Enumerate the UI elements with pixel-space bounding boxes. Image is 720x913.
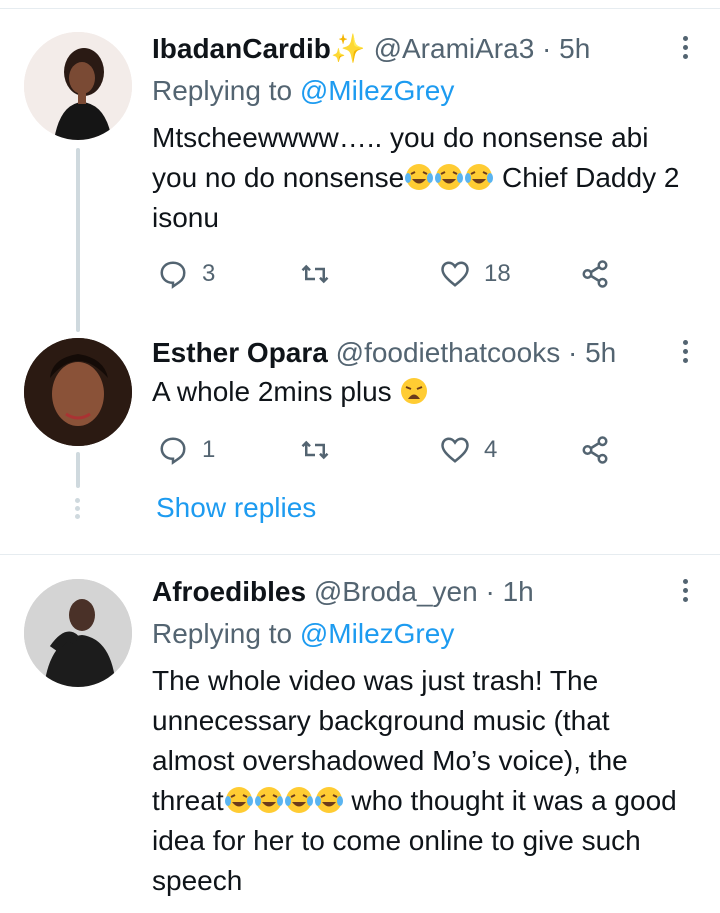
- tweet-text: Mtscheewwww….. you do nonsense abi you n…: [152, 118, 692, 238]
- laughing-emoji-icon: [314, 785, 344, 816]
- avatar[interactable]: [24, 32, 132, 140]
- like-icon: [441, 261, 469, 287]
- tweet-esther-opara[interactable]: Esther Opara @foodiethatcooks · 5h A who…: [0, 320, 720, 550]
- sparkles-icon: ✨: [330, 33, 366, 64]
- laughing-emoji-icon: [404, 162, 434, 193]
- tweet-text-part: A whole 2mins plus: [152, 376, 392, 407]
- tweet-text: A whole 2mins plus: [152, 372, 692, 412]
- tweet-header: Esther Opara @foodiethatcooks · 5h: [152, 336, 616, 370]
- retweet-icon: [301, 264, 329, 284]
- reply-count: 1: [202, 436, 216, 463]
- more-icon[interactable]: [680, 579, 690, 606]
- like-count: 4: [484, 436, 498, 463]
- reply-icon: [160, 261, 186, 289]
- share-icon: [582, 436, 608, 464]
- tweet-header: Afroedibles @Broda_yen · 1h: [152, 575, 534, 609]
- replying-to-label: Replying to: [152, 75, 293, 106]
- share-icon: [582, 260, 608, 288]
- like-button[interactable]: 18: [440, 254, 511, 294]
- retweet-icon: [301, 440, 329, 460]
- display-name[interactable]: Esther Opara: [152, 337, 328, 368]
- timestamp[interactable]: 5h: [585, 337, 616, 368]
- share-button[interactable]: [580, 254, 610, 294]
- reply-icon: [160, 437, 186, 465]
- display-name[interactable]: IbadanCardib: [152, 33, 331, 64]
- reply-button[interactable]: 3: [158, 254, 215, 294]
- reply-button[interactable]: 1: [158, 430, 215, 470]
- separator: ·: [477, 576, 503, 607]
- retweet-button[interactable]: [300, 430, 344, 470]
- avatar[interactable]: [24, 338, 132, 446]
- like-icon: [441, 437, 469, 463]
- laughing-emoji-icon: [254, 785, 284, 816]
- laughing-emoji-icon: [224, 785, 254, 816]
- laughing-emoji-icon: [434, 162, 464, 193]
- handle[interactable]: @foodiethatcooks: [336, 337, 561, 368]
- handle[interactable]: @AramiAra3: [374, 33, 535, 64]
- thread-line: [76, 452, 80, 488]
- retweet-button[interactable]: [300, 254, 344, 294]
- avatar[interactable]: [24, 579, 132, 687]
- tweet-actions: 3 18: [152, 254, 632, 294]
- share-button[interactable]: [580, 430, 610, 470]
- tweet-header: IbadanCardib✨ @AramiAra3 · 5h: [152, 32, 590, 66]
- more-icon[interactable]: [680, 340, 690, 367]
- replying-to-label: Replying to: [152, 618, 293, 649]
- handle[interactable]: @Broda_yen: [314, 576, 478, 607]
- laughing-emoji-icon: [464, 162, 494, 193]
- laughing-emoji-icon: [284, 785, 314, 816]
- more-icon[interactable]: [680, 36, 690, 63]
- separator: ·: [534, 33, 560, 64]
- tweet-text: The whole video was just trash! The unne…: [152, 661, 692, 901]
- like-button[interactable]: 4: [440, 430, 497, 470]
- mention-link[interactable]: @MilezGrey: [300, 75, 454, 106]
- display-name[interactable]: Afroedibles: [152, 576, 306, 607]
- tweet-ibadancardib[interactable]: IbadanCardib✨ @AramiAra3 · 5h Replying t…: [0, 0, 720, 340]
- reply-count: 3: [202, 260, 216, 287]
- tweet-afroedibles[interactable]: Afroedibles @Broda_yen · 1h Replying to …: [0, 555, 720, 913]
- timestamp[interactable]: 5h: [559, 33, 590, 64]
- thread-dots: [75, 498, 80, 522]
- thread-line: [76, 148, 80, 332]
- mention-link[interactable]: @MilezGrey: [300, 618, 454, 649]
- separator: ·: [560, 337, 586, 368]
- like-count: 18: [484, 260, 511, 287]
- timestamp[interactable]: 1h: [503, 576, 534, 607]
- replying-to: Replying to @MilezGrey: [152, 74, 454, 108]
- show-replies-link[interactable]: Show replies: [156, 492, 316, 524]
- replying-to: Replying to @MilezGrey: [152, 617, 454, 651]
- tweet-actions: 1 4: [152, 430, 632, 470]
- weary-face-emoji-icon: [399, 376, 429, 407]
